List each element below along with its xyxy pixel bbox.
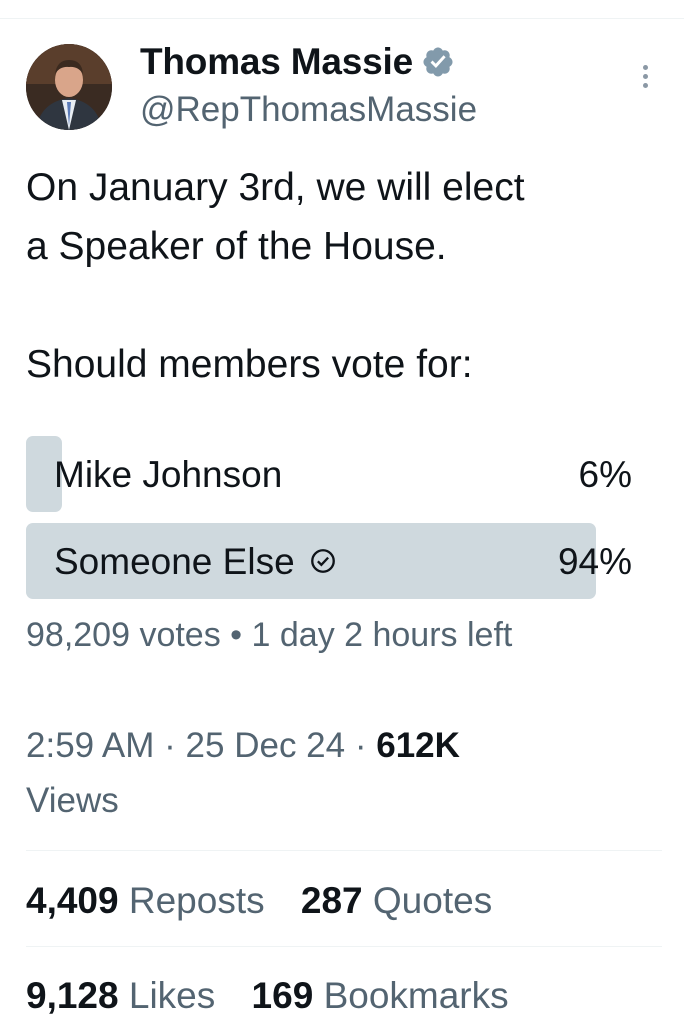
tweet-date[interactable]: 25 Dec 24: [186, 726, 346, 765]
views-label[interactable]: Views: [26, 781, 119, 820]
tweet-timestamp: 2:59 AM · 25 Dec 24 · 612K Views: [26, 718, 666, 828]
poll-meta: 98,209 votes • 1 day 2 hours left: [26, 616, 512, 655]
timestamp-separator: ·: [164, 726, 176, 765]
top-divider: [0, 18, 684, 19]
bookmarks-stat[interactable]: 169 Bookmarks: [252, 975, 509, 1017]
poll-option-label: Mike Johnson: [54, 454, 283, 495]
poll-meta-separator: •: [230, 616, 243, 654]
poll-time-left: 1 day 2 hours left: [251, 616, 513, 654]
avatar[interactable]: [26, 44, 112, 130]
poll-option-percent: 94%: [557, 541, 632, 582]
poll-option-label: Someone Else: [54, 523, 337, 601]
poll-vote-count: 98,209 votes: [26, 616, 221, 654]
timestamp-separator: ·: [354, 726, 367, 765]
poll-option-mike-johnson: Mike Johnson 6%: [26, 436, 632, 512]
reposts-count: 4,409: [26, 880, 119, 921]
check-circle-icon: [310, 549, 335, 574]
bookmarks-count: 169: [251, 975, 314, 1016]
poll-option-percent: 6%: [578, 454, 632, 495]
author-name-row: Thomas Massie: [140, 40, 455, 84]
author-display-name[interactable]: Thomas Massie: [140, 41, 413, 83]
quotes-label: Quotes: [372, 880, 493, 921]
author-handle[interactable]: @RepThomasMassie: [140, 90, 477, 130]
engagement-row: 4,409 Reposts 287 Quotes: [26, 880, 518, 922]
poll-option-someone-else: Someone Else 94%: [26, 523, 632, 599]
tweet-line: On January 3rd, we will elect: [26, 166, 525, 209]
poll-option-label-text: Someone Else: [54, 541, 295, 582]
likes-stat[interactable]: 9,128 Likes: [26, 975, 215, 1017]
views-count[interactable]: 612K: [376, 726, 460, 765]
quotes-stat[interactable]: 287 Quotes: [301, 880, 492, 922]
reposts-label: Reposts: [128, 880, 265, 921]
more-options-icon[interactable]: [636, 62, 654, 96]
divider: [26, 850, 662, 851]
avatar-image: [26, 44, 112, 130]
verified-badge-icon[interactable]: [421, 45, 455, 79]
tweet-line: Should members vote for:: [26, 343, 473, 386]
likes-label: Likes: [128, 975, 216, 1016]
bookmarks-label: Bookmarks: [323, 975, 509, 1016]
tweet-line: a Speaker of the House.: [26, 225, 447, 268]
reposts-stat[interactable]: 4,409 Reposts: [26, 880, 265, 922]
poll: Mike Johnson 6% Someone Else 94%: [26, 436, 632, 610]
likes-count: 9,128: [26, 975, 119, 1016]
quotes-count: 287: [300, 880, 363, 921]
tweet-line-blank: [26, 276, 666, 335]
tweet-time[interactable]: 2:59 AM: [26, 726, 154, 765]
tweet-text: On January 3rd, we will elect a Speaker …: [26, 158, 666, 394]
engagement-row: 9,128 Likes 169 Bookmarks: [26, 975, 535, 1017]
divider: [26, 946, 662, 947]
